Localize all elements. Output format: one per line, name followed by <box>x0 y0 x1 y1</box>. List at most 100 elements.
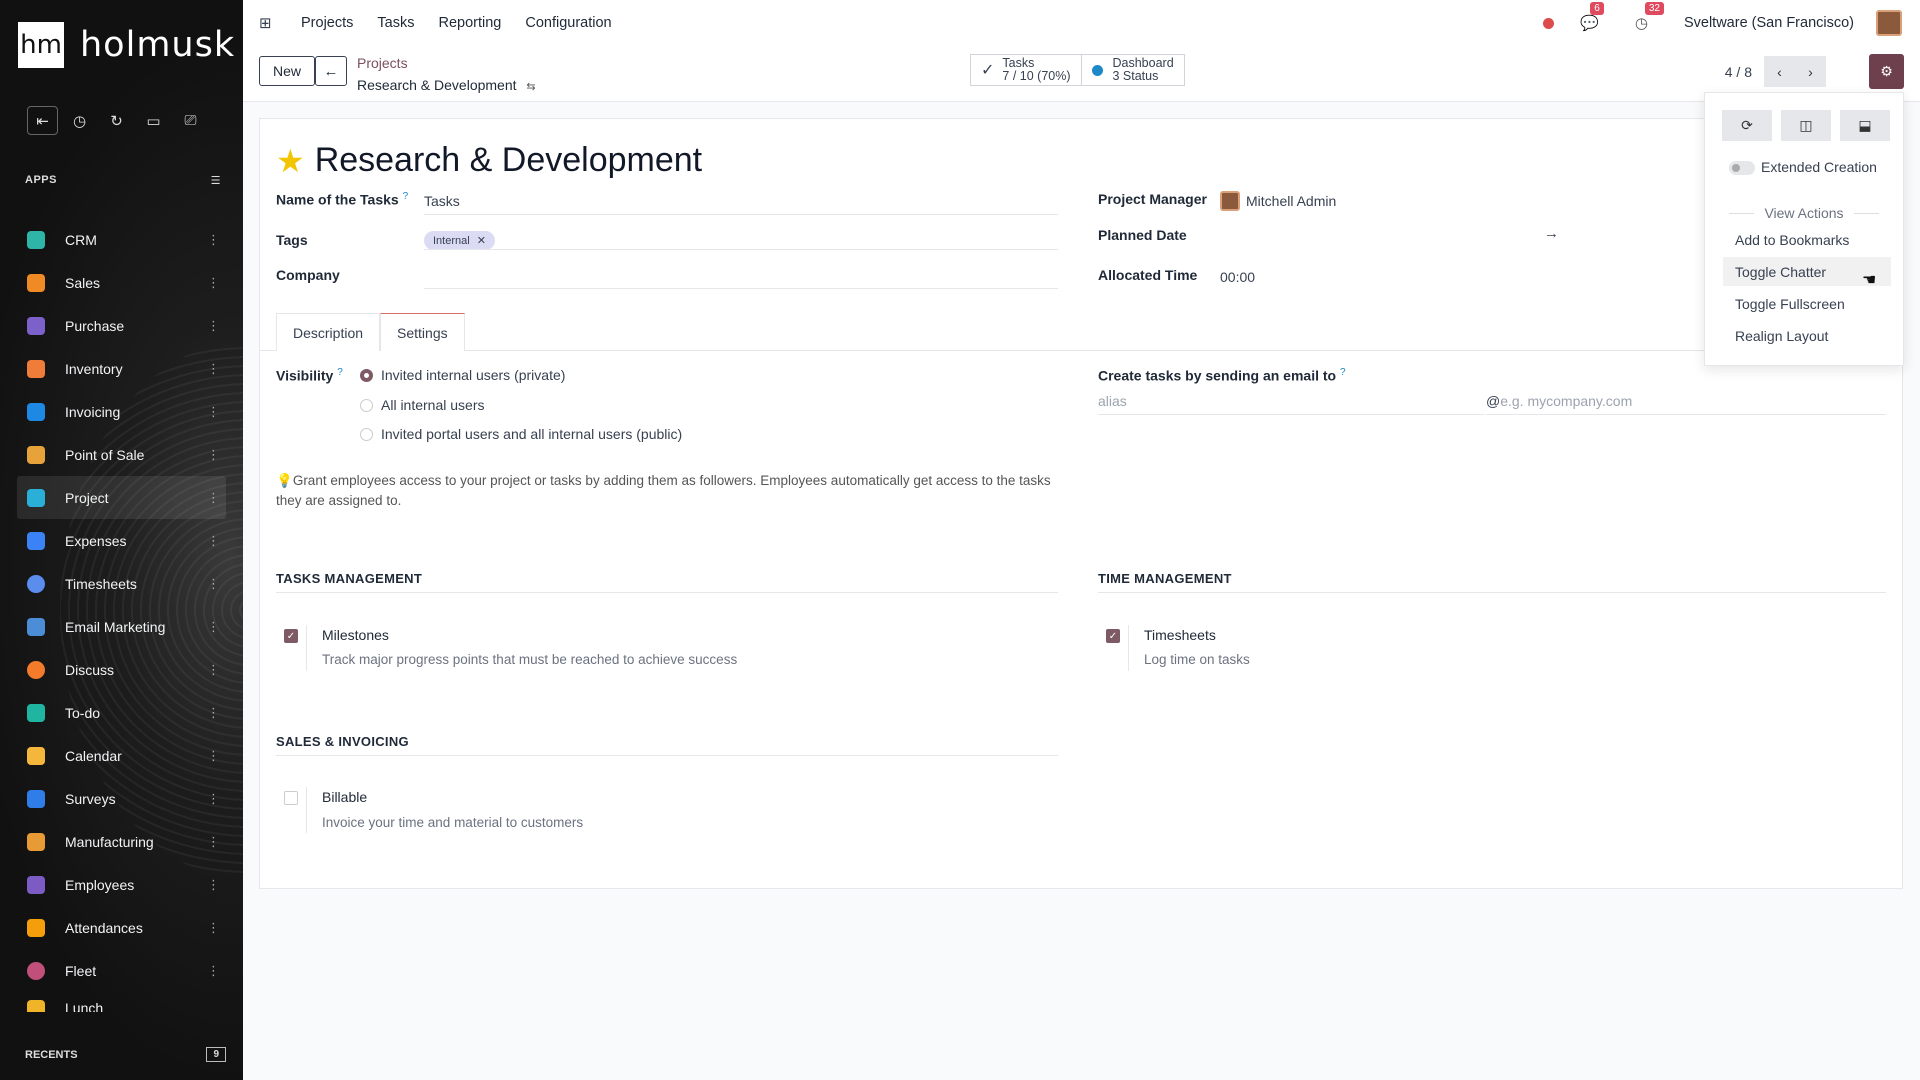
app-inventory[interactable]: Inventory ⋮ <box>17 347 226 390</box>
brand-logo[interactable]: hm holmusk <box>18 22 235 68</box>
app-crm[interactable]: CRM ⋮ <box>17 218 226 261</box>
app-options-icon[interactable]: ⋮ <box>207 705 220 721</box>
timesheets-checkbox[interactable]: ✓ <box>1106 629 1120 643</box>
breadcrumb-parent[interactable]: Projects <box>357 52 536 74</box>
menu-reporting[interactable]: Reporting <box>438 15 501 31</box>
app-label: Discuss <box>65 661 115 678</box>
clock-icon[interactable]: ◷ <box>64 106 95 135</box>
menu-tasks[interactable]: Tasks <box>377 15 414 31</box>
extended-creation-toggle[interactable] <box>1729 161 1755 175</box>
app-fleet[interactable]: Fleet ⋮ <box>17 949 226 992</box>
pager-value[interactable]: 4 / 8 <box>1725 64 1752 80</box>
milestones-checkbox[interactable]: ✓ <box>284 629 298 643</box>
project-manager-field[interactable]: Mitchell Admin <box>1220 191 1336 211</box>
screen-icon[interactable]: ⎚ <box>175 106 206 135</box>
app-expenses[interactable]: Expenses ⋮ <box>17 519 226 562</box>
pager-previous-icon[interactable]: ‹ <box>1764 56 1795 87</box>
project-name[interactable]: Research & Development <box>315 141 702 180</box>
app-options-icon[interactable]: ⋮ <box>207 877 220 893</box>
menu-projects[interactable]: Projects <box>301 15 353 31</box>
visibility-private-radio[interactable]: Invited internal users (private) <box>360 367 565 383</box>
monitor-icon[interactable]: ▭ <box>138 106 169 135</box>
app-options-icon[interactable]: ⋮ <box>207 619 220 635</box>
collapse-sidebar-icon[interactable]: ⇤ <box>27 106 58 135</box>
add-to-bookmarks-item[interactable]: Add to Bookmarks <box>1723 225 1891 254</box>
app-options-icon[interactable]: ⋮ <box>207 748 220 764</box>
favorite-star-icon[interactable]: ★ <box>276 142 305 180</box>
company-switcher[interactable]: Sveltware (San Francisco) <box>1684 15 1854 31</box>
logo-mark: hm <box>18 22 64 68</box>
form-options-dropdown: ⟳ ◫ ⬓ Extended Creation View Actions Add… <box>1704 92 1904 366</box>
app-timesheets[interactable]: Timesheets ⋮ <box>17 562 226 605</box>
app-options-icon[interactable]: ⋮ <box>207 791 220 807</box>
app-surveys[interactable]: Surveys ⋮ <box>17 777 226 820</box>
visibility-public-radio[interactable]: Invited portal users and all internal us… <box>360 426 682 442</box>
bottom-panel-icon[interactable]: ⬓ <box>1840 110 1890 141</box>
tags-field[interactable] <box>424 249 1058 250</box>
recents-count: 9 <box>206 1047 226 1062</box>
tags-label: Tags <box>276 232 308 248</box>
app-options-icon[interactable]: ⋮ <box>207 361 220 377</box>
refresh-icon[interactable]: ↻ <box>101 106 132 135</box>
billable-checkbox[interactable] <box>284 791 298 805</box>
app-calendar[interactable]: Calendar ⋮ <box>17 734 226 777</box>
billable-desc: Invoice your time and material to custom… <box>322 815 584 830</box>
apps-grid-icon[interactable]: ⊞ <box>259 14 275 32</box>
app-options-icon[interactable]: ⋮ <box>207 834 220 850</box>
new-button[interactable]: New <box>259 56 316 86</box>
toggle-fullscreen-item[interactable]: Toggle Fullscreen <box>1723 289 1891 318</box>
user-avatar[interactable] <box>1876 10 1902 36</box>
back-arrow-icon[interactable]: ← <box>315 56 347 86</box>
app-email-marketing[interactable]: Email Marketing ⋮ <box>17 605 226 648</box>
project-manager-value: Mitchell Admin <box>1246 193 1337 209</box>
app-project[interactable]: Project ⋮ <box>17 476 226 519</box>
app-to-do[interactable]: To-do ⋮ <box>17 691 226 734</box>
app-manufacturing[interactable]: Manufacturing ⋮ <box>17 820 226 863</box>
recents-section[interactable]: RECENTS 9 <box>25 1047 226 1062</box>
tab-description[interactable]: Description <box>276 313 381 351</box>
app-options-icon[interactable]: ⋮ <box>207 447 220 463</box>
app-options-icon[interactable]: ⋮ <box>207 318 220 334</box>
app-options-icon[interactable]: ⋮ <box>207 576 220 592</box>
app-invoicing[interactable]: Invoicing ⋮ <box>17 390 226 433</box>
remove-tag-icon[interactable]: ✕ <box>477 235 486 247</box>
apps-menu-icon[interactable]: ☰ <box>211 174 221 187</box>
app-options-icon[interactable]: ⋮ <box>207 533 220 549</box>
app-lunch[interactable]: Lunch <box>17 992 226 1012</box>
app-options-icon[interactable]: ⋮ <box>207 490 220 506</box>
tag-badge[interactable]: Internal ✕ <box>424 231 495 250</box>
record-status-dot[interactable] <box>1543 17 1555 29</box>
pager-next-icon[interactable]: › <box>1795 56 1826 87</box>
app-discuss[interactable]: Discuss ⋮ <box>17 648 226 691</box>
tasks-smart-button[interactable]: ✓ Tasks 7 / 10 (70%) <box>971 55 1082 85</box>
name-tasks-field[interactable]: Tasks <box>424 193 1058 215</box>
app-options-icon[interactable]: ⋮ <box>207 275 220 291</box>
alias-input[interactable]: alias <box>1098 393 1484 415</box>
app-options-icon[interactable]: ⋮ <box>207 232 220 248</box>
app-label: Expenses <box>65 532 127 549</box>
app-options-icon[interactable]: ⋮ <box>207 963 220 979</box>
sidebar-quick-actions: ⇤ ◷ ↻ ▭ ⎚ <box>27 106 212 135</box>
domain-input[interactable]: @e.g. mycompany.com <box>1486 393 1886 415</box>
app-sales[interactable]: Sales ⋮ <box>17 261 226 304</box>
activities-icon[interactable]: ◷ 32 <box>1635 2 1664 32</box>
tab-settings[interactable]: Settings <box>380 313 465 351</box>
allocated-time-field[interactable]: 00:00 <box>1220 269 1720 290</box>
app-options-icon[interactable]: ⋮ <box>207 404 220 420</box>
realign-layout-item[interactable]: Realign Layout <box>1723 321 1891 350</box>
visibility-internal-radio[interactable]: All internal users <box>360 397 485 413</box>
form-options-button[interactable]: ⚙ <box>1869 54 1904 89</box>
reload-icon[interactable]: ⟳ <box>1722 110 1772 141</box>
app-options-icon[interactable]: ⋮ <box>207 920 220 936</box>
app-point-of-sale[interactable]: Point of Sale ⋮ <box>17 433 226 476</box>
app-attendances[interactable]: Attendances ⋮ <box>17 906 226 949</box>
app-purchase[interactable]: Purchase ⋮ <box>17 304 226 347</box>
messages-icon[interactable]: 💬 6 <box>1580 2 1604 32</box>
dashboard-smart-button[interactable]: Dashboard 3 Status <box>1082 55 1184 85</box>
split-view-icon[interactable]: ◫ <box>1781 110 1831 141</box>
company-field[interactable] <box>424 269 1058 289</box>
settings-sliders-icon[interactable]: ⇆ <box>526 81 535 93</box>
app-options-icon[interactable]: ⋮ <box>207 662 220 678</box>
menu-configuration[interactable]: Configuration <box>525 15 611 31</box>
app-employees[interactable]: Employees ⋮ <box>17 863 226 906</box>
